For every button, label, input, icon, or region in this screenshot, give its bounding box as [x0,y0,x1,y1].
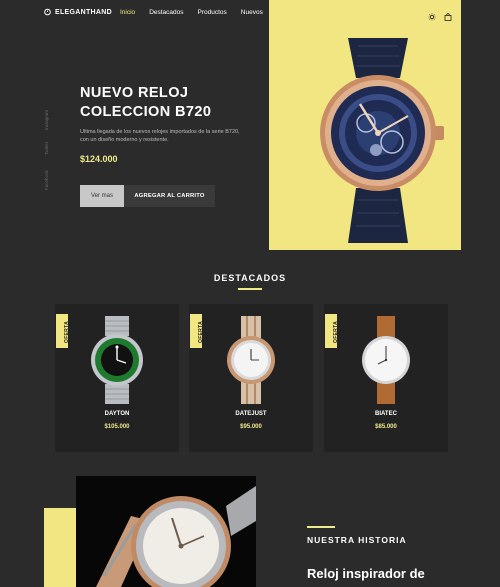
product-price: $95.000 [240,424,262,430]
hero-price: $124.000 [80,154,118,164]
hero-title-line2: COLECCION B720 [80,104,212,120]
dayton-watch-image [91,316,143,404]
featured-divider [238,288,262,290]
main-nav: Inicio Destacados Productos Nuevos [120,9,263,16]
see-more-button[interactable]: Ver mas [80,185,124,207]
theme-toggle-icon[interactable] [428,8,436,21]
offer-badge: OFERTA [56,314,70,348]
product-price: $85.000 [375,424,397,430]
brand-logo[interactable]: ELEGANTHAND [44,8,112,16]
product-card-datejust[interactable]: OFERTA DATEJUST $95.000 [189,304,313,452]
offer-badge-label: OFERTA [64,321,70,343]
hero-description: Ultima llegada de los nuevos relojes imp… [80,129,240,143]
product-card-biatec[interactable]: OFERTA BIATEC $85.000 [324,304,448,452]
offer-badge: OFERTA [190,314,204,348]
product-name: BIATEC [375,411,397,417]
nav-inicio[interactable]: Inicio [120,9,135,16]
story-watch-image [76,476,256,587]
product-price: $105.000 [104,424,130,430]
social-twitter[interactable]: Twitter [44,142,49,155]
story-accent-block [44,508,76,587]
product-name: DAYTON [104,411,130,417]
brand-name: ELEGANTHAND [55,8,112,16]
social-instagram[interactable]: Instagram [44,110,49,130]
offer-badge-label: OFERTA [333,321,339,343]
product-name: DATEJUST [235,411,267,417]
hero-title-line1: NUEVO RELOJ [80,85,189,101]
nav-nuevos[interactable]: Nuevos [241,9,263,16]
offer-badge: OFERTA [325,314,339,348]
nav-productos[interactable]: Productos [198,9,227,16]
social-links: Instagram Twitter Facebook [44,100,54,190]
featured-title: DESTACADOS [213,273,287,283]
watch-logo-icon [44,8,51,16]
offer-badge-label: OFERTA [198,321,204,343]
add-to-cart-button[interactable]: AGREGAR AL CARRITO [124,185,215,207]
story-label: NUESTRA HISTORIA [307,535,407,545]
nav-destacados[interactable]: Destacados [149,9,183,16]
shopping-bag-icon[interactable] [444,8,452,21]
hero-watch-image [320,38,444,243]
social-facebook[interactable]: Facebook [44,170,49,190]
product-card-dayton[interactable]: OFERTA DAYTON $105.000 [55,304,179,452]
biatec-watch-image [362,316,410,404]
header-icons [428,8,452,21]
datejust-watch-image [227,316,275,404]
hero-image-panel [269,0,461,250]
hero-title: NUEVO RELOJ COLECCION B720 [80,84,260,122]
story-title: Reloj inspirador de [307,566,425,581]
story-divider [307,526,335,528]
